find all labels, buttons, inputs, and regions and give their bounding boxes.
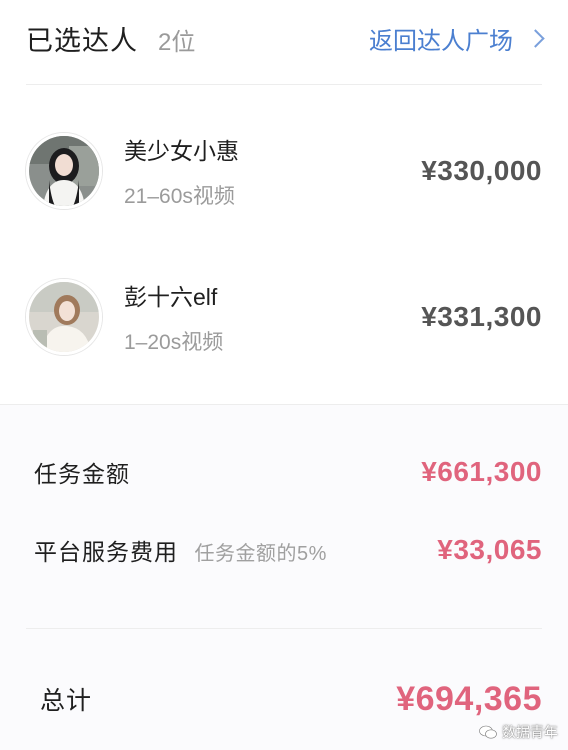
total-row: 总计 ¥694,365 <box>40 674 542 724</box>
service-fee-row: 平台服务费用 任务金额的5% ¥33,065 <box>34 528 542 572</box>
service-fee-value: ¥33,065 <box>437 534 542 565</box>
creator-name: 美少女小惠 <box>124 138 239 164</box>
total-value: ¥694,365 <box>396 679 542 718</box>
chevron-right-icon <box>526 28 545 48</box>
divider <box>0 404 568 405</box>
creator-info: 彭十六elf 1–20s视频 <box>124 278 421 356</box>
back-link-label: 返回达人广场 <box>369 27 513 55</box>
creator-video-type: 1–20s视频 <box>124 331 224 354</box>
task-amount-value: ¥661,300 <box>421 456 542 487</box>
service-fee-label: 平台服务费用 <box>34 539 178 565</box>
task-amount-label: 任务金额 <box>34 461 130 487</box>
creator-video-type: 21–60s视频 <box>124 185 235 208</box>
selected-creators-card: 已选达人 2位 返回达人广场 美少女小惠 21–60s视频 ¥330,000 彭… <box>0 0 568 750</box>
avatar <box>26 133 102 209</box>
creator-info: 美少女小惠 21–60s视频 <box>124 132 421 210</box>
service-fee-note: 任务金额的5% <box>194 543 327 565</box>
page-title: 已选达人 <box>26 25 138 56</box>
divider <box>26 628 542 629</box>
creator-row[interactable]: 美少女小惠 21–60s视频 ¥330,000 <box>26 126 542 216</box>
watermark: 数据青年 <box>479 722 558 742</box>
total-label: 总计 <box>40 687 93 715</box>
divider <box>26 84 542 85</box>
creator-price: ¥331,300 <box>421 301 542 332</box>
selected-count: 2位 <box>158 28 196 56</box>
back-to-plaza-link[interactable]: 返回达人广场 <box>369 21 545 56</box>
wechat-icon <box>479 725 497 739</box>
service-fee-label-group: 平台服务费用 任务金额的5% <box>34 533 327 567</box>
creator-name: 彭十六elf <box>124 284 218 310</box>
creator-row[interactable]: 彭十六elf 1–20s视频 ¥331,300 <box>26 272 542 362</box>
task-amount-row: 任务金额 ¥661,300 <box>34 450 542 494</box>
creator-price: ¥330,000 <box>421 155 542 186</box>
avatar <box>26 279 102 355</box>
header-title-group: 已选达人 2位 <box>26 19 195 58</box>
watermark-text: 数据青年 <box>502 724 558 740</box>
header: 已选达人 2位 返回达人广场 <box>26 18 545 58</box>
